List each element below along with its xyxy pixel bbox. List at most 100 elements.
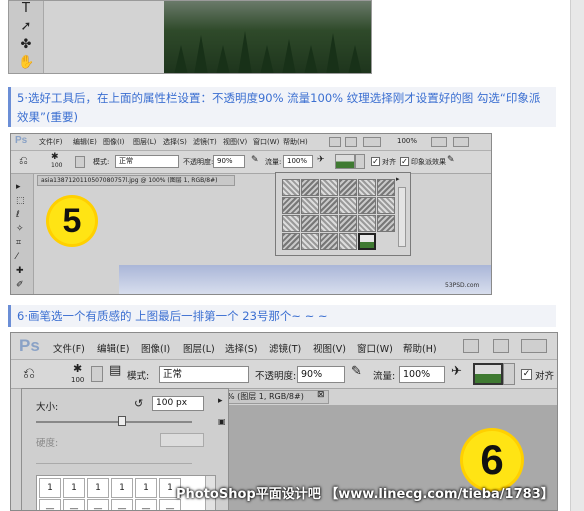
pattern-swatch[interactable]	[358, 197, 376, 214]
pattern-swatch[interactable]	[320, 233, 338, 250]
menu-file[interactable]: 文件(F)	[53, 341, 85, 355]
panel-menu-icon[interactable]: ▸	[218, 396, 223, 406]
flow-input[interactable]: 100%	[399, 366, 445, 383]
brush-tip[interactable]: 1	[63, 478, 85, 498]
brush-tip[interactable]: —	[87, 499, 109, 510]
pressure-opacity-icon[interactable]: ✎	[351, 364, 362, 379]
brush-picker-button[interactable]	[91, 366, 103, 382]
type-tool-icon[interactable]: T	[18, 1, 34, 17]
path-select-icon[interactable]: ➚	[18, 19, 34, 35]
brush-tip[interactable]: 1	[87, 478, 109, 498]
menu-image[interactable]: 图像(I)	[141, 341, 170, 355]
pattern-swatch[interactable]	[339, 215, 357, 232]
brush-preview-icon[interactable]: ✱	[73, 362, 82, 375]
size-slider-thumb[interactable]	[118, 416, 126, 426]
brush-tip[interactable]: 1	[39, 478, 61, 498]
pressure-opacity-icon[interactable]: ✎	[251, 155, 259, 165]
align-checkbox[interactable]: ✓	[521, 369, 532, 380]
flow-input[interactable]: 100%	[283, 155, 313, 168]
menu-select[interactable]: 选择(S)	[225, 341, 257, 355]
brush-tip[interactable]: 1	[135, 478, 157, 498]
airbrush-icon[interactable]: ✈	[317, 155, 325, 165]
menu-help[interactable]: 帮助(H)	[403, 341, 437, 355]
pattern-scrollbar[interactable]	[398, 187, 406, 247]
pattern-dropdown-button[interactable]	[503, 363, 515, 385]
move-tool-icon[interactable]: ▸	[16, 182, 21, 192]
opacity-input[interactable]: 90%	[213, 155, 245, 168]
quick-select-icon[interactable]: ✧	[16, 224, 24, 234]
pattern-swatch[interactable]	[320, 179, 338, 196]
pattern-swatch[interactable]	[320, 215, 338, 232]
size-input[interactable]: 100 px	[152, 396, 204, 411]
menu-select[interactable]: 选择(S)	[163, 137, 187, 147]
pattern-swatch[interactable]	[301, 197, 319, 214]
pattern-swatch[interactable]	[282, 179, 300, 196]
opacity-input[interactable]: 90%	[297, 366, 345, 383]
panel-menu-icon[interactable]: ▸	[396, 175, 400, 183]
healing-brush-icon[interactable]: ✚	[16, 266, 24, 276]
stamp-tool-icon[interactable]: ⎌	[19, 154, 28, 168]
view-extras-icon[interactable]	[363, 137, 381, 147]
pattern-swatch[interactable]	[358, 179, 376, 196]
view-extras-icon[interactable]	[521, 339, 547, 353]
tablet-pressure-icon[interactable]: ✎	[447, 155, 455, 165]
pattern-swatch[interactable]	[377, 215, 395, 232]
menu-file[interactable]: 文件(F)	[39, 137, 63, 147]
menu-edit[interactable]: 编辑(E)	[97, 341, 129, 355]
marquee-tool-icon[interactable]: ⬚	[16, 196, 25, 206]
pattern-swatch[interactable]	[339, 179, 357, 196]
pattern-swatch[interactable]	[377, 197, 395, 214]
menu-layer[interactable]: 图层(L)	[133, 137, 156, 147]
brush-tool-icon[interactable]: ✐	[16, 280, 24, 290]
stamp-tool-icon[interactable]: ⎌	[23, 364, 35, 382]
screen-mode-icon[interactable]	[453, 137, 469, 147]
menu-help[interactable]: 帮助(H)	[283, 137, 308, 147]
align-checkbox[interactable]: ✓	[371, 157, 380, 166]
brush-preview-icon[interactable]: ✱	[51, 152, 59, 162]
page-scrollbar[interactable]	[570, 0, 584, 511]
pattern-swatch[interactable]	[282, 215, 300, 232]
close-tab-icon[interactable]: ⊠	[317, 390, 325, 400]
brush-panel-icon[interactable]: ▤	[109, 363, 121, 378]
eyedropper-icon[interactable]: ⁄	[16, 252, 18, 262]
hardness-input[interactable]	[160, 433, 204, 447]
brush-picker-button[interactable]	[75, 156, 85, 168]
hardness-slider-track[interactable]	[36, 463, 192, 464]
menu-filter[interactable]: 滤镜(T)	[193, 137, 217, 147]
bridge-icon[interactable]	[329, 137, 341, 147]
menu-filter[interactable]: 滤镜(T)	[269, 341, 301, 355]
mode-select[interactable]: 正常	[159, 366, 249, 383]
pattern-swatch[interactable]	[339, 233, 357, 250]
brush-tip[interactable]: —	[111, 499, 133, 510]
custom-shape-icon[interactable]: ✤	[18, 37, 34, 53]
menu-view[interactable]: 视图(V)	[313, 341, 346, 355]
pattern-swatch[interactable]	[377, 179, 395, 196]
arrange-icon[interactable]	[431, 137, 447, 147]
menu-view[interactable]: 视图(V)	[223, 137, 247, 147]
menu-image[interactable]: 图像(I)	[103, 137, 125, 147]
pattern-swatch[interactable]	[301, 215, 319, 232]
step5-document-tab[interactable]: asia1387120110507080757l.jpg @ 100% (图层 …	[37, 175, 235, 186]
texture-pattern-button[interactable]	[473, 363, 503, 385]
airbrush-icon[interactable]: ✈	[451, 364, 462, 379]
brush-tip[interactable]: —	[63, 499, 85, 510]
menu-layer[interactable]: 图层(L)	[183, 341, 215, 355]
pattern-swatch[interactable]	[358, 215, 376, 232]
texture-pattern-button[interactable]	[335, 154, 355, 169]
pattern-swatch[interactable]	[282, 197, 300, 214]
menu-edit[interactable]: 编辑(E)	[73, 137, 97, 147]
pattern-swatch[interactable]	[282, 233, 300, 250]
bridge-icon[interactable]	[463, 339, 479, 353]
menu-window[interactable]: 窗口(W)	[253, 137, 279, 147]
menu-window[interactable]: 窗口(W)	[357, 341, 393, 355]
pattern-swatch-selected[interactable]	[358, 233, 376, 250]
minibridge-icon[interactable]	[345, 137, 357, 147]
size-slider-track[interactable]	[36, 421, 192, 423]
hand-tool-icon[interactable]: ✋	[18, 55, 34, 71]
pattern-swatch[interactable]	[301, 233, 319, 250]
brush-tip[interactable]: —	[39, 499, 61, 510]
new-preset-icon[interactable]: ▣	[218, 417, 226, 426]
brush-tip[interactable]: —	[135, 499, 157, 510]
pattern-swatch[interactable]	[301, 179, 319, 196]
pattern-swatch[interactable]	[339, 197, 357, 214]
